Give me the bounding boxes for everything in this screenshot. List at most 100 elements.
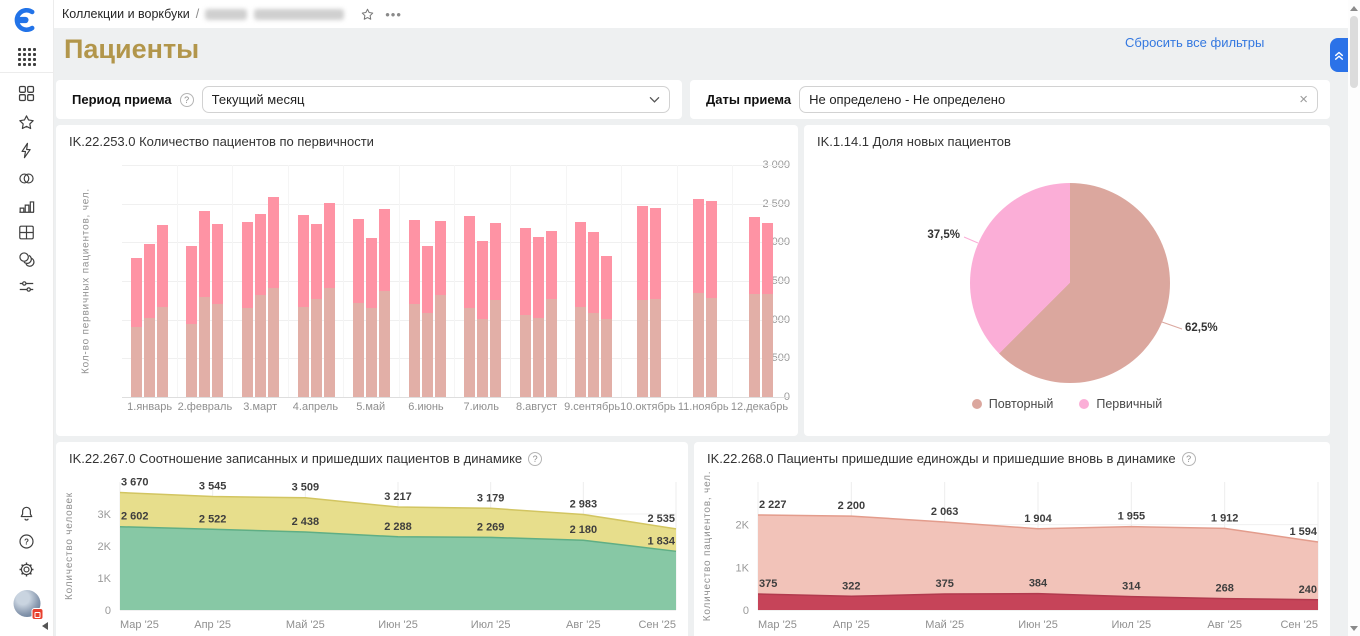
legend-dot: [972, 399, 982, 409]
bar[interactable]: [464, 216, 475, 397]
x-tick-label: 2.февраль: [177, 401, 232, 413]
clear-x-icon[interactable]: ×: [1299, 92, 1308, 107]
bar-group: [344, 165, 400, 397]
scrollbar-thumb[interactable]: [1350, 16, 1358, 88]
bar[interactable]: [693, 199, 704, 397]
dates-range-input[interactable]: Не определено - Не определено ×: [799, 86, 1318, 113]
bar-group: [178, 165, 234, 397]
table-icon[interactable]: [10, 219, 44, 245]
bar[interactable]: [588, 232, 599, 397]
filter-period: Период приема ? Текущий месяц: [56, 80, 682, 119]
star-icon[interactable]: [10, 109, 44, 135]
scrollbar[interactable]: [1348, 0, 1360, 636]
sidebar-collapse-icon[interactable]: [42, 622, 48, 630]
chart-card-booked-vs-arrived: IK.22.267.0 Соотношение записанных и при…: [56, 442, 688, 636]
bar[interactable]: [186, 246, 197, 397]
bar[interactable]: [749, 217, 760, 397]
bar[interactable]: [435, 221, 446, 397]
breadcrumb-star-icon[interactable]: [360, 7, 375, 22]
bar[interactable]: [255, 214, 266, 397]
bar-segment-primary: [255, 295, 266, 397]
y-tick-label: 1K: [98, 573, 112, 585]
bar[interactable]: [762, 223, 773, 397]
bar-segment-primary: [298, 307, 309, 397]
help-icon[interactable]: ?: [10, 528, 44, 554]
datalens-logo-icon[interactable]: [10, 7, 44, 33]
bar[interactable]: [409, 220, 420, 397]
bar[interactable]: [157, 225, 168, 397]
info-icon[interactable]: ?: [180, 93, 194, 107]
legend-item[interactable]: Первичный: [1079, 397, 1162, 411]
bar[interactable]: [353, 219, 364, 397]
bar-group: [733, 165, 788, 397]
pie-legend: Повторный Первичный: [804, 397, 1330, 411]
bar[interactable]: [546, 231, 557, 397]
lightning-icon[interactable]: [10, 137, 44, 163]
reset-filters-link[interactable]: Сбросить все фильтры: [1125, 35, 1264, 50]
layers-icon[interactable]: [10, 246, 44, 272]
collections-icon[interactable]: [10, 80, 44, 106]
breadcrumb-bar: Коллекции и воркбуки / •••: [54, 0, 1348, 28]
connections-icon[interactable]: [10, 165, 44, 191]
bar[interactable]: [379, 209, 390, 397]
bar[interactable]: [490, 223, 501, 397]
bar[interactable]: [533, 237, 544, 397]
bar[interactable]: [212, 224, 223, 397]
bar[interactable]: [268, 197, 279, 397]
bar-group: [289, 165, 345, 397]
bar[interactable]: [422, 246, 433, 397]
data-label: 384: [1029, 578, 1048, 590]
bar[interactable]: [650, 208, 661, 397]
bar[interactable]: [601, 256, 612, 397]
period-select-value: Текущий месяц: [212, 92, 649, 107]
data-label: 2 269: [477, 521, 505, 533]
bar-segment-primary: [366, 308, 377, 397]
collapse-panel-button[interactable]: [1330, 38, 1348, 72]
scroll-down-icon[interactable]: [1350, 624, 1358, 632]
bar[interactable]: [477, 241, 488, 397]
bell-icon[interactable]: [10, 500, 44, 526]
bar[interactable]: [366, 238, 377, 397]
bar[interactable]: [575, 222, 586, 397]
breadcrumb-redacted-title: [205, 9, 344, 20]
datalens-dashboard: ? Коллекции и воркбуки / ••• Пациенты Сб…: [0, 0, 1360, 636]
pie-chart[interactable]: [970, 183, 1170, 383]
data-label: 1 594: [1289, 526, 1317, 538]
bar-group: [678, 165, 734, 397]
bar[interactable]: [311, 224, 322, 397]
charts-icon[interactable]: [10, 192, 44, 218]
bar[interactable]: [131, 258, 142, 397]
pie-area: 37,5% 62,5% ПовторныйПервичный: [804, 125, 1330, 436]
x-tick-label: Мар '25: [120, 619, 159, 631]
bar-segment-primary: [157, 307, 168, 397]
bar[interactable]: [706, 201, 717, 397]
bar-segment-primary: [693, 293, 704, 397]
sliders-icon[interactable]: [10, 273, 44, 299]
bar[interactable]: [298, 215, 309, 397]
x-tick-label: 12.декабрь: [731, 401, 788, 413]
y-tick-label: 0: [105, 605, 111, 617]
info-icon[interactable]: ?: [1182, 452, 1196, 466]
apps-grid-icon[interactable]: [10, 44, 44, 70]
data-label: 2 438: [292, 516, 320, 528]
bar[interactable]: [144, 244, 155, 397]
info-icon[interactable]: ?: [528, 452, 542, 466]
bar[interactable]: [242, 222, 253, 397]
bar[interactable]: [324, 203, 335, 397]
more-icon[interactable]: •••: [385, 7, 402, 22]
bar[interactable]: [637, 206, 648, 397]
x-tick-label: Апр '25: [833, 619, 870, 631]
bar[interactable]: [199, 211, 210, 397]
bar-segment-primary: [131, 327, 142, 397]
scroll-up-icon[interactable]: [1350, 4, 1358, 12]
bar-groups: [122, 165, 788, 397]
legend-item[interactable]: Повторный: [972, 397, 1054, 411]
avatar[interactable]: [13, 590, 40, 617]
breadcrumb-root-link[interactable]: Коллекции и воркбуки: [62, 7, 190, 21]
data-label: 2 227: [759, 499, 787, 511]
gear-icon[interactable]: [10, 556, 44, 582]
period-select[interactable]: Текущий месяц: [202, 86, 670, 113]
x-tick-label: 7.июль: [454, 401, 509, 413]
chart-title: IK.22.268.0 Пациенты пришедшие единожды …: [707, 451, 1176, 466]
bar[interactable]: [520, 228, 531, 397]
